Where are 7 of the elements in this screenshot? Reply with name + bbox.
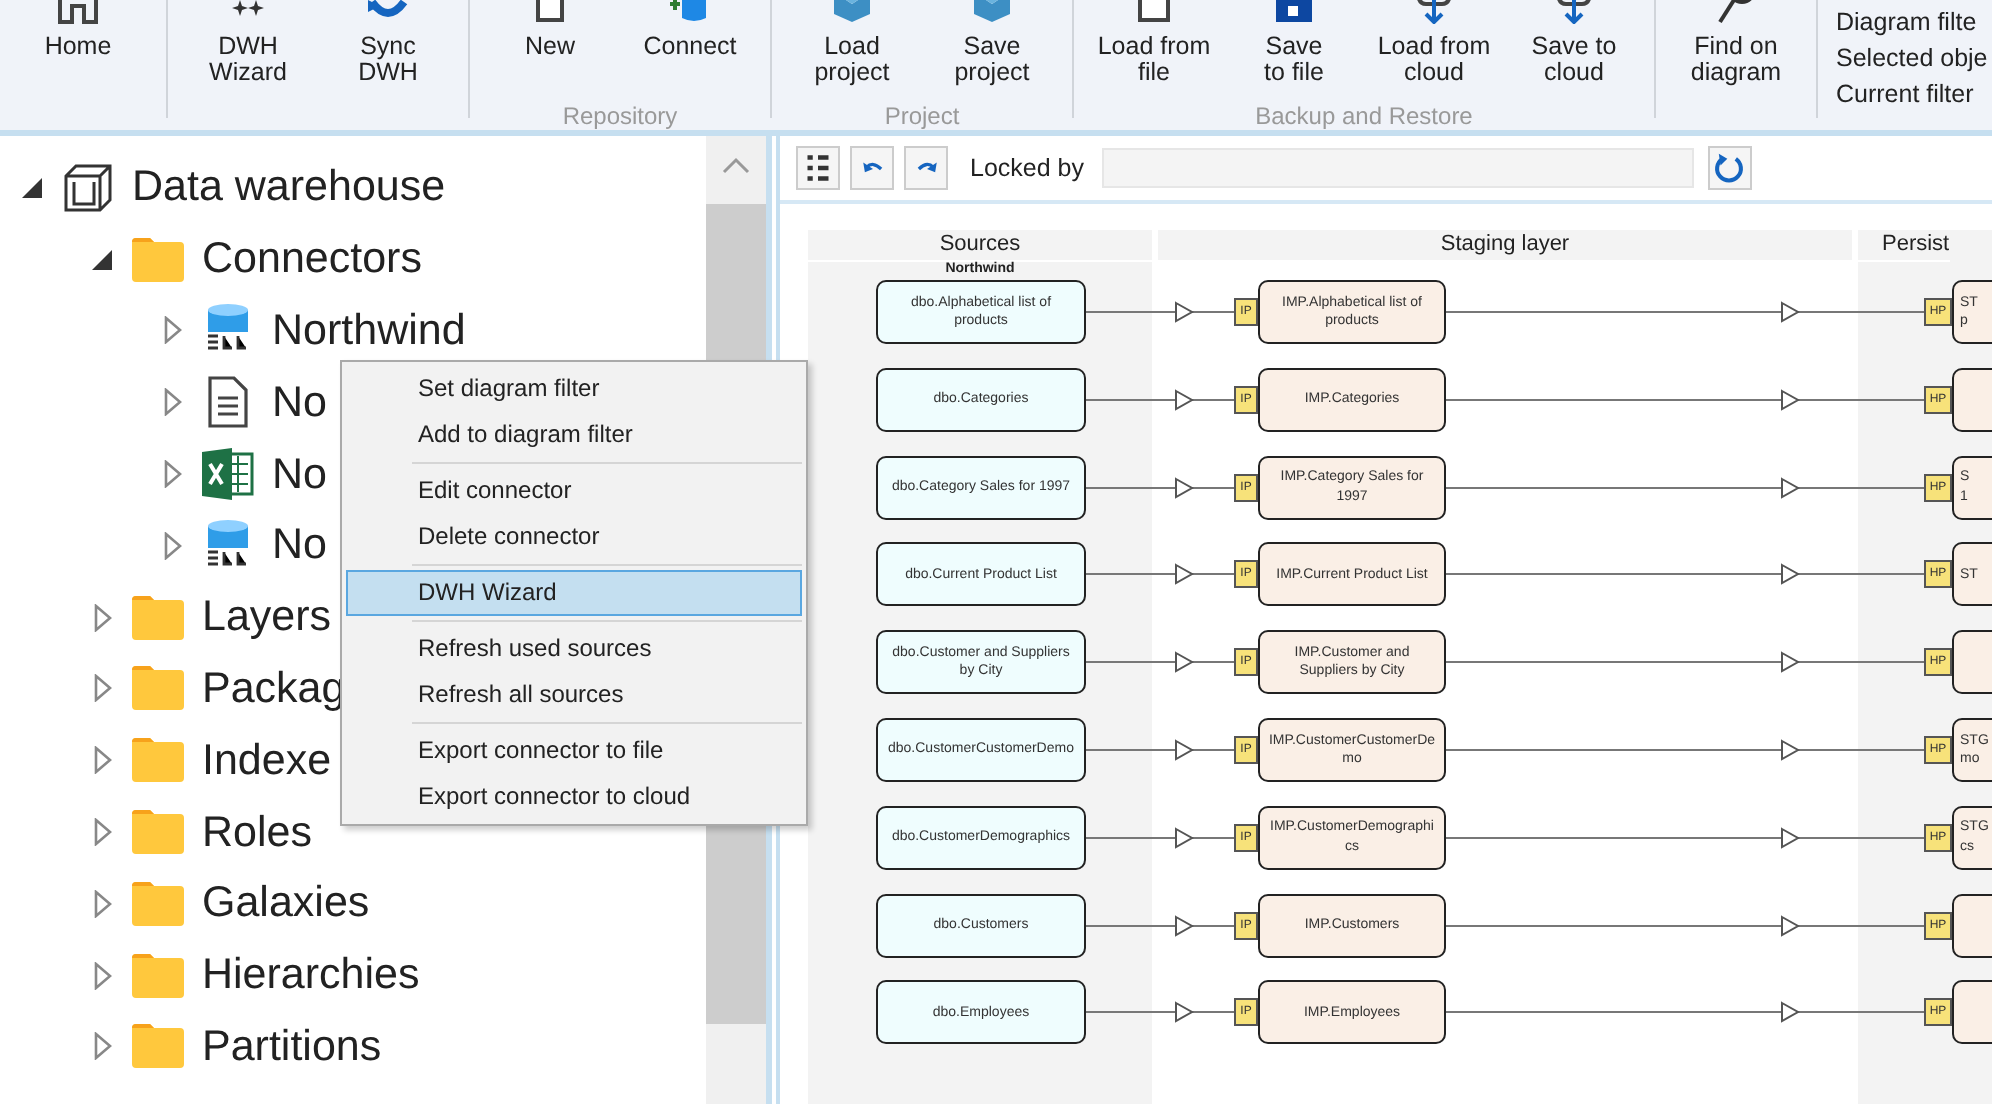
lane-header: Persist (1858, 230, 1950, 262)
group-label: Backup and Restore (1255, 102, 1473, 130)
group-label: Repository (562, 102, 678, 130)
field-label: Locked by (970, 154, 1084, 182)
lane-header: Staging layer (1158, 230, 1852, 262)
group-label: Project (884, 102, 960, 130)
lane-header: Sources (808, 230, 1152, 262)
